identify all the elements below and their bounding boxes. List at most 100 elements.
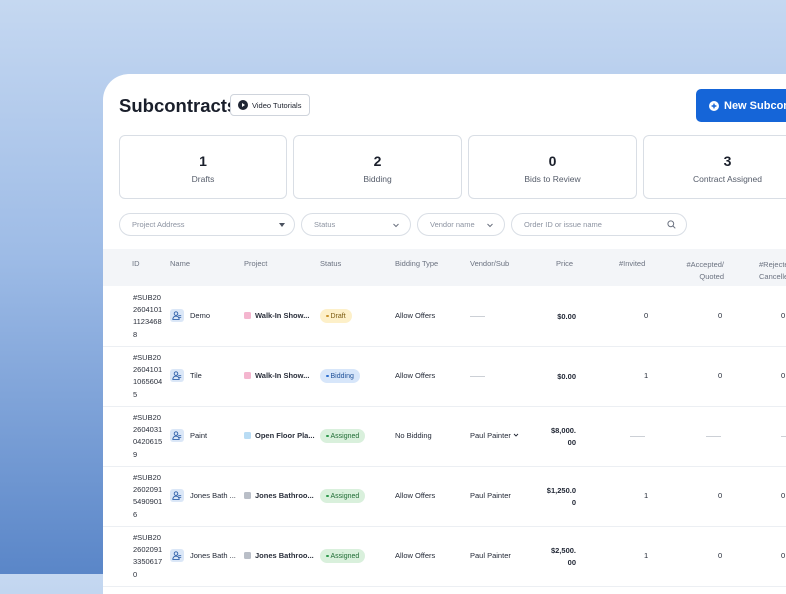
row-project[interactable]: Walk-In Show...	[244, 311, 309, 320]
row-price: $1,250.0 0	[547, 485, 576, 509]
stat-label: Bids to Review	[524, 174, 581, 184]
row-id-line: 1123468	[133, 317, 162, 327]
row-vendor-label: Paul Painter	[470, 551, 511, 560]
row-rejected: 0	[781, 371, 786, 380]
table-row[interactable]: #SUB20 2604101 1065604 5 Tile Walk-In Show...…	[103, 346, 786, 407]
table-row[interactable]: #SUB20 2602091 5490901 6 Jones Bath ... Jones…	[103, 466, 786, 527]
row-project[interactable]: Walk-In Show...	[244, 371, 309, 380]
status-filter[interactable]: Status	[301, 213, 411, 236]
stat-label: Bidding	[363, 174, 392, 184]
row-name[interactable]: Paint	[170, 429, 207, 442]
row-id: #SUB20 2602091 3350617 0	[133, 532, 162, 581]
row-bidding-type: Allow Offers	[395, 491, 436, 500]
stat-card-contract-assigned[interactable]: 3 Contract Assigned	[643, 135, 786, 199]
col-rejected[interactable]: #Rejected/Cancelled	[759, 259, 786, 283]
video-tutorials-label: Video Tutorials	[252, 100, 302, 110]
row-project[interactable]: Jones Bathroo...	[244, 551, 314, 560]
row-id-line: 5	[133, 389, 138, 399]
status-badge-label: Bidding	[330, 372, 354, 380]
new-subcontract-label: New Subcontract	[724, 99, 786, 112]
new-subcontract-button[interactable]: New Subcontract	[696, 89, 786, 122]
row-accepted: 0	[718, 311, 723, 320]
row-id-line: #SUB20	[133, 413, 161, 422]
project-address-placeholder: Project Address	[132, 220, 185, 229]
row-id-line: #SUB20	[133, 533, 161, 542]
caret-down-icon	[279, 223, 285, 227]
stat-count: 3	[723, 153, 732, 169]
page-title: Subcontracts	[119, 95, 238, 116]
table-row[interactable]: #SUB20 2604101 1123468 8 Demo Walk-In Show...…	[103, 286, 786, 347]
row-price-line: 00	[567, 438, 576, 447]
stat-card-bidding[interactable]: 2 Bidding	[293, 135, 462, 199]
row-bidding-type: Allow Offers	[395, 371, 436, 380]
col-vendor[interactable]: Vendor/Sub	[470, 259, 509, 268]
table-row[interactable]: #SUB20 2602091 3350617 0 Jones Bath ... Jones…	[103, 526, 786, 587]
project-color-swatch	[244, 552, 251, 559]
row-vendor-label: Paul Painter	[470, 431, 511, 440]
play-icon	[238, 100, 248, 110]
row-price-line: $2,500.	[550, 546, 576, 555]
stat-label: Contract Assigned	[693, 174, 762, 184]
status-badge-label: Assigned	[330, 552, 360, 560]
status-dot-icon	[326, 374, 329, 378]
search-input[interactable]: Order ID or issue name	[511, 213, 687, 236]
col-accepted[interactable]: #Accepted/Quoted	[682, 259, 724, 283]
row-project[interactable]: Open Floor Pla...	[244, 431, 315, 440]
row-id-line: 2604031	[133, 425, 163, 435]
chevron-down-icon[interactable]	[513, 431, 519, 440]
row-id: #SUB20 2604101 1123468 8	[133, 292, 162, 341]
row-price-line: 00	[567, 558, 576, 567]
row-vendor-label: Paul Painter	[470, 491, 511, 500]
row-name[interactable]: Jones Bath ...	[170, 489, 236, 502]
person-icon	[170, 369, 184, 382]
row-price-line: $1,250.0	[546, 486, 576, 495]
row-name[interactable]: Jones Bath ...	[170, 549, 236, 562]
row-accepted: 0	[718, 491, 723, 500]
row-id-line: 0	[133, 569, 138, 579]
row-id-line: 2604101	[133, 365, 163, 375]
col-project[interactable]: Project	[244, 259, 267, 268]
row-invited: ——	[630, 431, 645, 440]
col-rejected-line2: Cancelled	[759, 272, 786, 281]
status-dot-icon	[326, 434, 329, 438]
row-project[interactable]: Jones Bathroo...	[244, 491, 314, 500]
col-bidding-type[interactable]: Bidding Type	[395, 259, 438, 268]
row-accepted: ——	[706, 431, 721, 440]
stat-count: 2	[373, 153, 382, 169]
stat-card-bids-to-review[interactable]: 0 Bids to Review	[468, 135, 637, 199]
person-icon	[170, 489, 184, 502]
row-vendor[interactable]: Paul Painter	[470, 551, 511, 560]
video-tutorials-button[interactable]: Video Tutorials	[230, 94, 311, 116]
project-address-filter[interactable]: Project Address	[119, 213, 295, 236]
table-row[interactable]: #SUB20 2604031 0420615 9 Paint Open Floor Pla…	[103, 406, 786, 467]
row-project-label: Jones Bathroo...	[255, 551, 314, 560]
col-invited[interactable]: #Invited	[619, 259, 645, 268]
col-price[interactable]: Price	[556, 259, 573, 268]
row-price: $0.00	[557, 311, 576, 323]
row-id-line: 6	[133, 509, 138, 519]
row-rejected: 0	[781, 491, 786, 500]
stat-card-drafts[interactable]: 1 Drafts	[119, 135, 287, 199]
search-placeholder: Order ID or issue name	[524, 220, 602, 229]
row-name-label: Demo	[190, 311, 211, 320]
row-invited: 1	[644, 491, 649, 500]
row-vendor[interactable]: Paul Painter	[470, 431, 519, 440]
col-id[interactable]: ID	[132, 259, 140, 268]
stat-count: 1	[199, 153, 207, 169]
row-id-line: 3350617	[133, 557, 163, 567]
row-id-line: 1065604	[133, 377, 163, 387]
person-icon	[170, 429, 184, 442]
row-vendor-label: ——	[470, 311, 485, 320]
col-name[interactable]: Name	[170, 259, 190, 268]
row-vendor[interactable]: Paul Painter	[470, 491, 511, 500]
row-name[interactable]: Tile	[170, 369, 202, 382]
vendor-name-filter[interactable]: Vendor name	[417, 213, 505, 236]
plus-circle-icon	[709, 100, 719, 111]
stat-count: 0	[548, 153, 557, 169]
col-status[interactable]: Status	[320, 259, 341, 268]
row-rejected: 0	[781, 551, 786, 560]
row-name[interactable]: Demo	[170, 309, 210, 322]
row-rejected: 0	[781, 311, 786, 320]
row-price: $2,500. 00	[551, 545, 576, 569]
row-invited: 1	[644, 371, 649, 380]
